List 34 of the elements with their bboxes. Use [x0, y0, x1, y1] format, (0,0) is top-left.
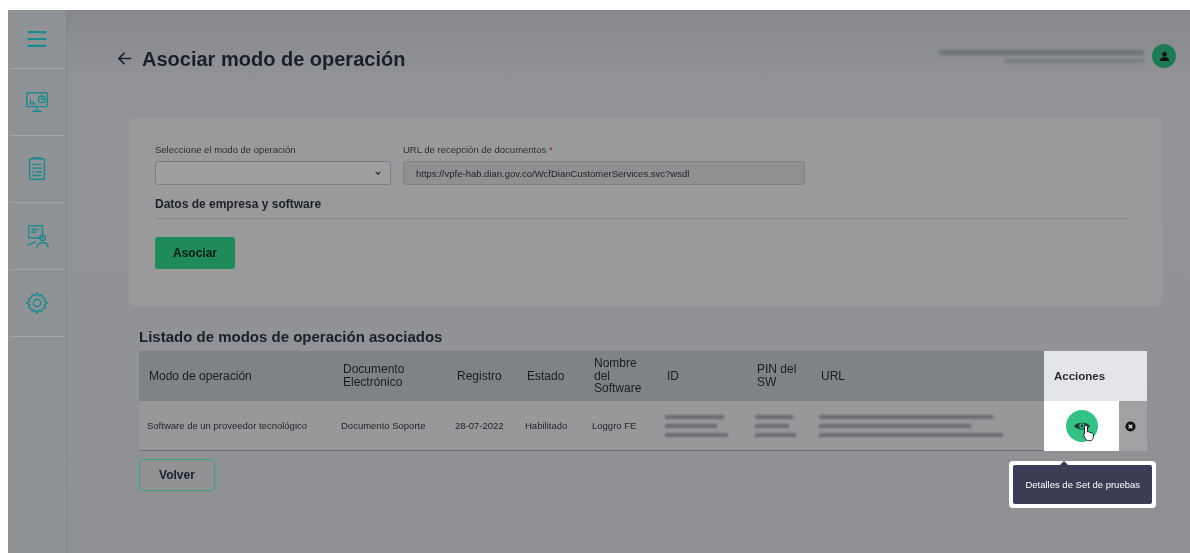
column-header: URL — [811, 351, 1044, 401]
field-label: Seleccione el modo de operación — [155, 144, 297, 155]
back-button[interactable]: Volver — [139, 459, 215, 491]
person-with-board-icon[interactable] — [24, 223, 50, 249]
table-cell: 28-07-2022 — [447, 401, 517, 451]
section-heading: Datos de empresa y software — [155, 197, 1130, 219]
associate-button[interactable]: Asociar — [155, 237, 235, 269]
hand-cursor-icon — [1081, 424, 1096, 442]
column-header: Registro — [447, 351, 517, 401]
operation-mode-dropdown[interactable] — [155, 161, 391, 185]
settings-icon[interactable] — [24, 290, 50, 316]
monitor-chart-icon[interactable] — [24, 89, 50, 115]
person-icon — [1158, 50, 1170, 62]
column-header: Nombre del Software — [584, 351, 657, 401]
table-title: Listado de modos de operación asociados — [139, 328, 444, 345]
table-cell: Habilitado — [517, 401, 584, 451]
page-title: Asociar modo de operación — [142, 47, 406, 71]
user-avatar[interactable] — [1152, 44, 1176, 68]
column-header: Acciones — [1044, 351, 1147, 401]
tooltip: Detalles de Set de pruebas — [1009, 461, 1156, 508]
table-cell: Software de un proveedor tecnológico — [139, 401, 333, 451]
table-cell: Loggro FE — [584, 401, 657, 451]
url-input-field[interactable]: https://vpfe-hab.dian.gov.co/WcfDianCustomerServices.svc?wsdl — [403, 161, 805, 185]
column-header: Estado — [517, 351, 584, 401]
column-header: PIN del SW — [747, 351, 811, 401]
column-header: ID — [657, 351, 747, 401]
column-header: Modo de operación — [139, 351, 333, 401]
table-cell: Documento Soporte — [333, 401, 447, 451]
column-header: Documento Electrónico — [333, 351, 447, 401]
view-button[interactable] — [1044, 401, 1119, 451]
field-label: URL de recepción de documentos * — [403, 144, 554, 155]
back-arrow-icon[interactable] — [117, 50, 132, 66]
chevron-down-icon — [374, 169, 382, 177]
close-icon[interactable] — [1125, 420, 1136, 432]
